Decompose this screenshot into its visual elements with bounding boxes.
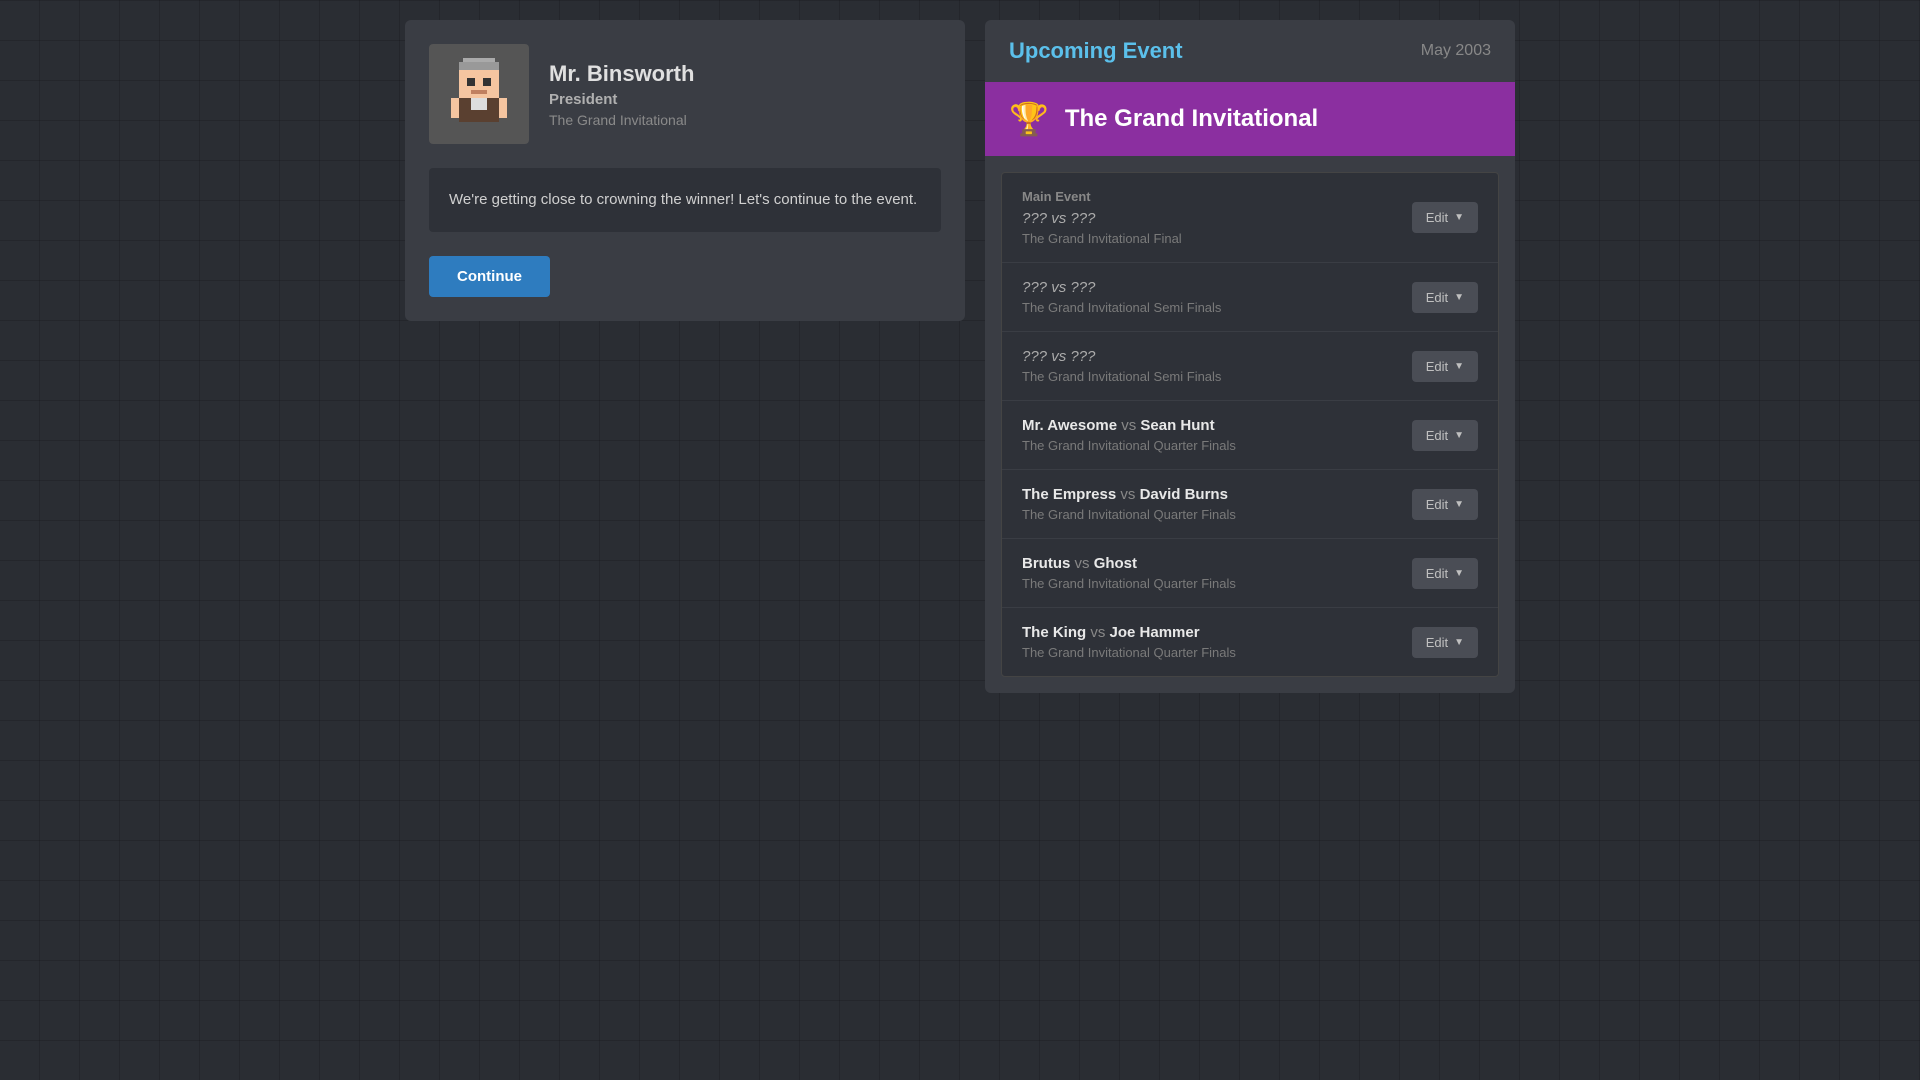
match-info: ??? vs ??? The Grand Invitational Semi Fi… [1022,279,1412,315]
chevron-down-icon: ▼ [1454,361,1464,372]
match-info: The Empress vs David Burns The Grand Invi… [1022,486,1412,522]
match-fighters: Brutus vs Ghost [1022,555,1412,572]
match-type: The Grand Invitational Semi Finals [1022,300,1412,315]
match-info: Brutus vs Ghost The Grand Invitational Qu… [1022,555,1412,591]
chevron-down-icon: ▼ [1454,292,1464,303]
match-row: The Empress vs David Burns The Grand Invi… [1002,470,1498,539]
profile-info: Mr. Binsworth President The Grand Invita… [549,61,694,128]
match-info: The King vs Joe Hammer The Grand Invitati… [1022,624,1412,660]
profile-name: Mr. Binsworth [549,61,694,87]
match-row: ??? vs ??? The Grand Invitational Semi Fi… [1002,263,1498,332]
chevron-down-icon: ▼ [1454,430,1464,441]
upcoming-label: Upcoming Event [1009,38,1183,64]
character-sprite [439,54,519,134]
match-row: Main Event ??? vs ??? The Grand Invitation… [1002,173,1498,263]
chevron-down-icon: ▼ [1454,499,1464,510]
event-header: Upcoming Event May 2003 [985,20,1515,82]
match-type: The Grand Invitational Quarter Finals [1022,507,1412,522]
message-box: We're getting close to crowning the winn… [429,168,941,232]
match-fighters: The Empress vs David Burns [1022,486,1412,503]
edit-button[interactable]: Edit ▼ [1412,558,1478,589]
match-fighters: Mr. Awesome vs Sean Hunt [1022,417,1412,434]
match-type: The Grand Invitational Final [1022,231,1412,246]
match-info: Mr. Awesome vs Sean Hunt The Grand Invita… [1022,417,1412,453]
match-type: The Grand Invitational Semi Finals [1022,369,1412,384]
edit-button[interactable]: Edit ▼ [1412,202,1478,233]
match-row: Mr. Awesome vs Sean Hunt The Grand Invita… [1002,401,1498,470]
match-row: Brutus vs Ghost The Grand Invitational Qu… [1002,539,1498,608]
trophy-icon: 🏆 [1009,100,1049,138]
match-fighters: ??? vs ??? [1022,279,1412,296]
edit-button[interactable]: Edit ▼ [1412,489,1478,520]
event-date: May 2003 [1421,42,1491,60]
matches-list: Main Event ??? vs ??? The Grand Invitation… [1001,172,1499,677]
chevron-down-icon: ▼ [1454,212,1464,223]
match-fighters: The King vs Joe Hammer [1022,624,1412,641]
left-panel: Mr. Binsworth President The Grand Invita… [405,20,965,321]
match-row: The King vs Joe Hammer The Grand Invitati… [1002,608,1498,676]
chevron-down-icon: ▼ [1454,568,1464,579]
edit-button[interactable]: Edit ▼ [1412,282,1478,313]
match-row: ??? vs ??? The Grand Invitational Semi Fi… [1002,332,1498,401]
match-fighters: ??? vs ??? [1022,210,1412,227]
match-fighters: ??? vs ??? [1022,348,1412,365]
match-label: Main Event [1022,189,1412,204]
edit-button[interactable]: Edit ▼ [1412,627,1478,658]
edit-button[interactable]: Edit ▼ [1412,351,1478,382]
match-type: The Grand Invitational Quarter Finals [1022,576,1412,591]
match-info: Main Event ??? vs ??? The Grand Invitation… [1022,189,1412,246]
event-title-bar: 🏆 The Grand Invitational [985,82,1515,156]
event-title-text: The Grand Invitational [1065,105,1318,133]
continue-button[interactable]: Continue [429,256,550,297]
match-type: The Grand Invitational Quarter Finals [1022,438,1412,453]
chevron-down-icon: ▼ [1454,637,1464,648]
match-info: ??? vs ??? The Grand Invitational Semi Fi… [1022,348,1412,384]
match-type: The Grand Invitational Quarter Finals [1022,645,1412,660]
profile-role: President [549,91,694,108]
edit-button[interactable]: Edit ▼ [1412,420,1478,451]
profile-event: The Grand Invitational [549,112,694,128]
message-text: We're getting close to crowning the winn… [449,188,921,212]
right-panel: Upcoming Event May 2003 🏆 The Grand Invi… [985,20,1515,693]
avatar [429,44,529,144]
profile-section: Mr. Binsworth President The Grand Invita… [429,44,941,144]
